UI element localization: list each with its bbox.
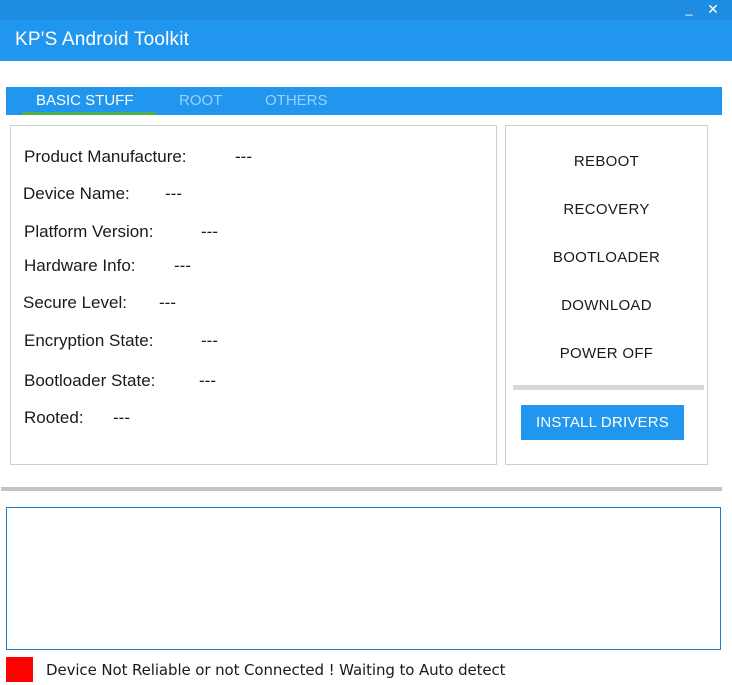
download-button[interactable]: DOWNLOAD xyxy=(506,291,707,321)
info-label: Hardware Info: xyxy=(24,256,136,275)
info-label: Platform Version: xyxy=(24,222,154,241)
info-row-platform-version: Platform Version: --- xyxy=(24,222,218,242)
tab-others[interactable]: OTHERS xyxy=(265,87,328,115)
actions-divider xyxy=(513,385,704,390)
info-label: Product Manufacture: xyxy=(24,147,187,166)
install-drivers-button[interactable]: INSTALL DRIVERS xyxy=(521,405,684,440)
info-label: Encryption State: xyxy=(24,331,154,350)
info-value: --- xyxy=(113,408,130,427)
info-value: --- xyxy=(201,222,218,241)
actions-panel: REBOOT RECOVERY BOOTLOADER DOWNLOAD POWE… xyxy=(505,125,708,465)
info-row-secure-level: Secure Level: --- xyxy=(23,293,176,313)
title-bar: _ ✕ KP'S Android Toolkit xyxy=(0,0,732,61)
reboot-button[interactable]: REBOOT xyxy=(506,147,707,177)
info-row-manufacture: Product Manufacture: --- xyxy=(24,147,252,167)
device-info-panel: Product Manufacture: --- Device Name: --… xyxy=(10,125,497,465)
info-value: --- xyxy=(235,147,252,166)
log-output-area[interactable] xyxy=(6,507,721,650)
status-message: Device Not Reliable or not Connected ! W… xyxy=(46,661,506,679)
info-label: Bootloader State: xyxy=(24,371,156,390)
info-row-rooted: Rooted: --- xyxy=(24,408,130,428)
tab-basic-stuff[interactable]: BASIC STUFF xyxy=(36,87,134,115)
connection-status-indicator xyxy=(6,657,33,682)
info-label: Device Name: xyxy=(23,184,130,203)
close-button[interactable]: ✕ xyxy=(702,0,724,18)
info-value: --- xyxy=(199,371,216,390)
info-label: Rooted: xyxy=(24,408,84,427)
power-off-button[interactable]: POWER OFF xyxy=(506,339,707,369)
info-value: --- xyxy=(159,293,176,312)
info-row-bootloader-state: Bootloader State: --- xyxy=(24,371,216,391)
info-row-device-name: Device Name: --- xyxy=(23,184,182,204)
info-label: Secure Level: xyxy=(23,293,127,312)
active-tab-indicator xyxy=(22,112,156,115)
info-value: --- xyxy=(201,331,218,350)
info-value: --- xyxy=(174,256,191,275)
window-top-strip xyxy=(0,0,732,20)
minimize-button[interactable]: _ xyxy=(678,0,700,18)
tab-root[interactable]: ROOT xyxy=(179,87,222,115)
recovery-button[interactable]: RECOVERY xyxy=(506,195,707,225)
app-title: KP'S Android Toolkit xyxy=(15,29,190,50)
section-divider xyxy=(1,487,722,491)
info-value: --- xyxy=(165,184,182,203)
bootloader-button[interactable]: BOOTLOADER xyxy=(506,243,707,273)
info-row-encryption-state: Encryption State: --- xyxy=(24,331,218,351)
info-row-hardware-info: Hardware Info: --- xyxy=(24,256,191,276)
tab-bar: BASIC STUFF ROOT OTHERS xyxy=(6,87,722,115)
